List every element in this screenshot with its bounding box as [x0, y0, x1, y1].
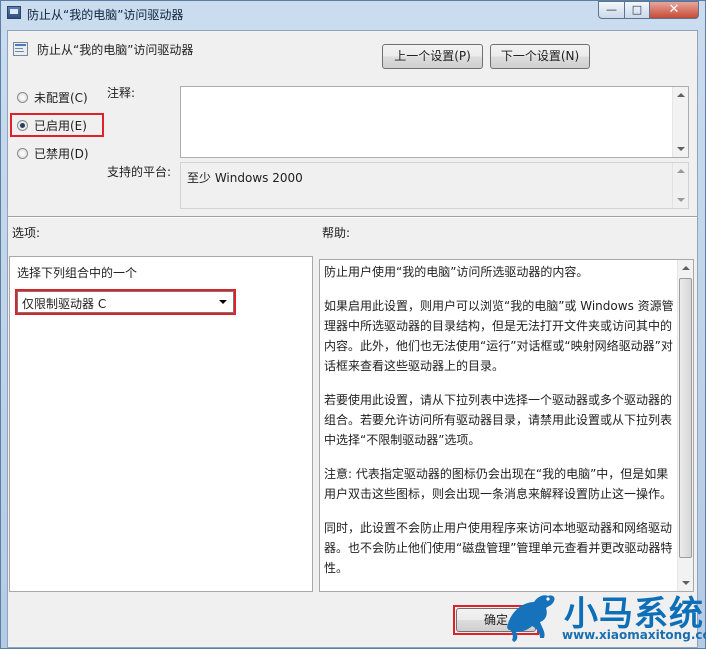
comment-scrollbar[interactable] — [672, 87, 688, 157]
previous-setting-button[interactable]: 上一个设置(P) — [382, 44, 483, 69]
dialog-client-area: 防止从“我的电脑”访问驱动器 上一个设置(P) 下一个设置(N) 未配置(C) … — [7, 30, 698, 648]
drive-restriction-dropdown[interactable]: 仅限制驱动器 C — [17, 291, 234, 313]
scroll-down-icon[interactable] — [677, 198, 685, 202]
scroll-thumb[interactable] — [679, 278, 692, 558]
window-title: 防止从“我的电脑”访问驱动器 — [27, 8, 184, 22]
setting-title: 防止从“我的电脑”访问驱动器 — [37, 43, 194, 57]
platform-textbox: 至少 Windows 2000 — [180, 162, 689, 209]
horse-logo-icon — [507, 595, 555, 642]
scroll-up-icon[interactable] — [682, 266, 690, 270]
help-paragraph: 若要使用此设置，请从下拉列表中选择一个驱动器或多个驱动器的组合。若要允许访问所有… — [324, 393, 673, 447]
radio-not-configured-label[interactable]: 未配置(C) — [34, 89, 88, 106]
help-paragraph: 防止用户使用“我的电脑”访问所选驱动器的内容。 — [324, 265, 589, 279]
radio-disabled[interactable] — [17, 148, 28, 159]
watermark-url: www.xiaomaxitong.com — [562, 628, 706, 642]
maximize-button[interactable]: □ — [624, 1, 650, 19]
title-bar[interactable]: 防止从“我的电脑”访问驱动器 — □ ✕ — [1, 1, 705, 26]
help-label: 帮助: — [322, 226, 351, 240]
setting-icon — [13, 42, 28, 56]
scroll-down-icon[interactable] — [682, 581, 690, 585]
help-panel: 防止用户使用“我的电脑”访问所选驱动器的内容。 如果启用此设置，则用户可以浏览“… — [319, 259, 694, 592]
minimize-button[interactable]: — — [598, 1, 625, 19]
next-setting-button[interactable]: 下一个设置(N) — [490, 44, 590, 69]
comment-textarea[interactable] — [180, 86, 689, 158]
watermark: 小马系统 www.xiaomaxitong.com — [496, 586, 706, 649]
platform-scrollbar[interactable] — [672, 163, 688, 208]
section-divider — [8, 216, 697, 218]
help-scrollbar[interactable] — [677, 260, 693, 591]
options-panel: 选择下列组合中的一个 仅限制驱动器 C — [9, 256, 313, 592]
comment-label: 注释: — [107, 86, 136, 100]
platform-value: 至少 Windows 2000 — [187, 171, 303, 185]
close-button[interactable]: ✕ — [649, 1, 699, 19]
scroll-up-icon[interactable] — [677, 169, 685, 173]
scroll-down-icon[interactable] — [677, 147, 685, 151]
help-text: 防止用户使用“我的电脑”访问所选驱动器的内容。 如果启用此设置，则用户可以浏览“… — [324, 262, 674, 591]
help-paragraph: 如果启用此设置，则用户可以浏览“我的电脑”或 Windows 资源管理器中所选驱… — [324, 299, 674, 373]
radio-disabled-label[interactable]: 已禁用(D) — [34, 145, 89, 162]
select-prompt: 选择下列组合中的一个 — [17, 266, 138, 280]
options-label: 选项: — [12, 226, 41, 240]
radio-enabled[interactable] — [17, 120, 28, 131]
chevron-down-icon[interactable] — [219, 300, 227, 304]
radio-not-configured[interactable] — [17, 92, 28, 103]
scroll-up-icon[interactable] — [677, 93, 685, 97]
policy-icon — [7, 6, 21, 19]
help-paragraph: 注意: 代表指定驱动器的图标仍会出现在“我的电脑”中，但是如果用户双击这些图标，… — [324, 467, 673, 501]
platform-label: 支持的平台: — [107, 165, 172, 179]
dropdown-selected-value: 仅限制驱动器 C — [22, 297, 107, 311]
help-paragraph: 同时，此设置不会防止用户使用程序来访问本地驱动器和网络驱动器。也不会防止他们使用… — [324, 521, 673, 575]
radio-enabled-label[interactable]: 已启用(E) — [34, 117, 87, 134]
